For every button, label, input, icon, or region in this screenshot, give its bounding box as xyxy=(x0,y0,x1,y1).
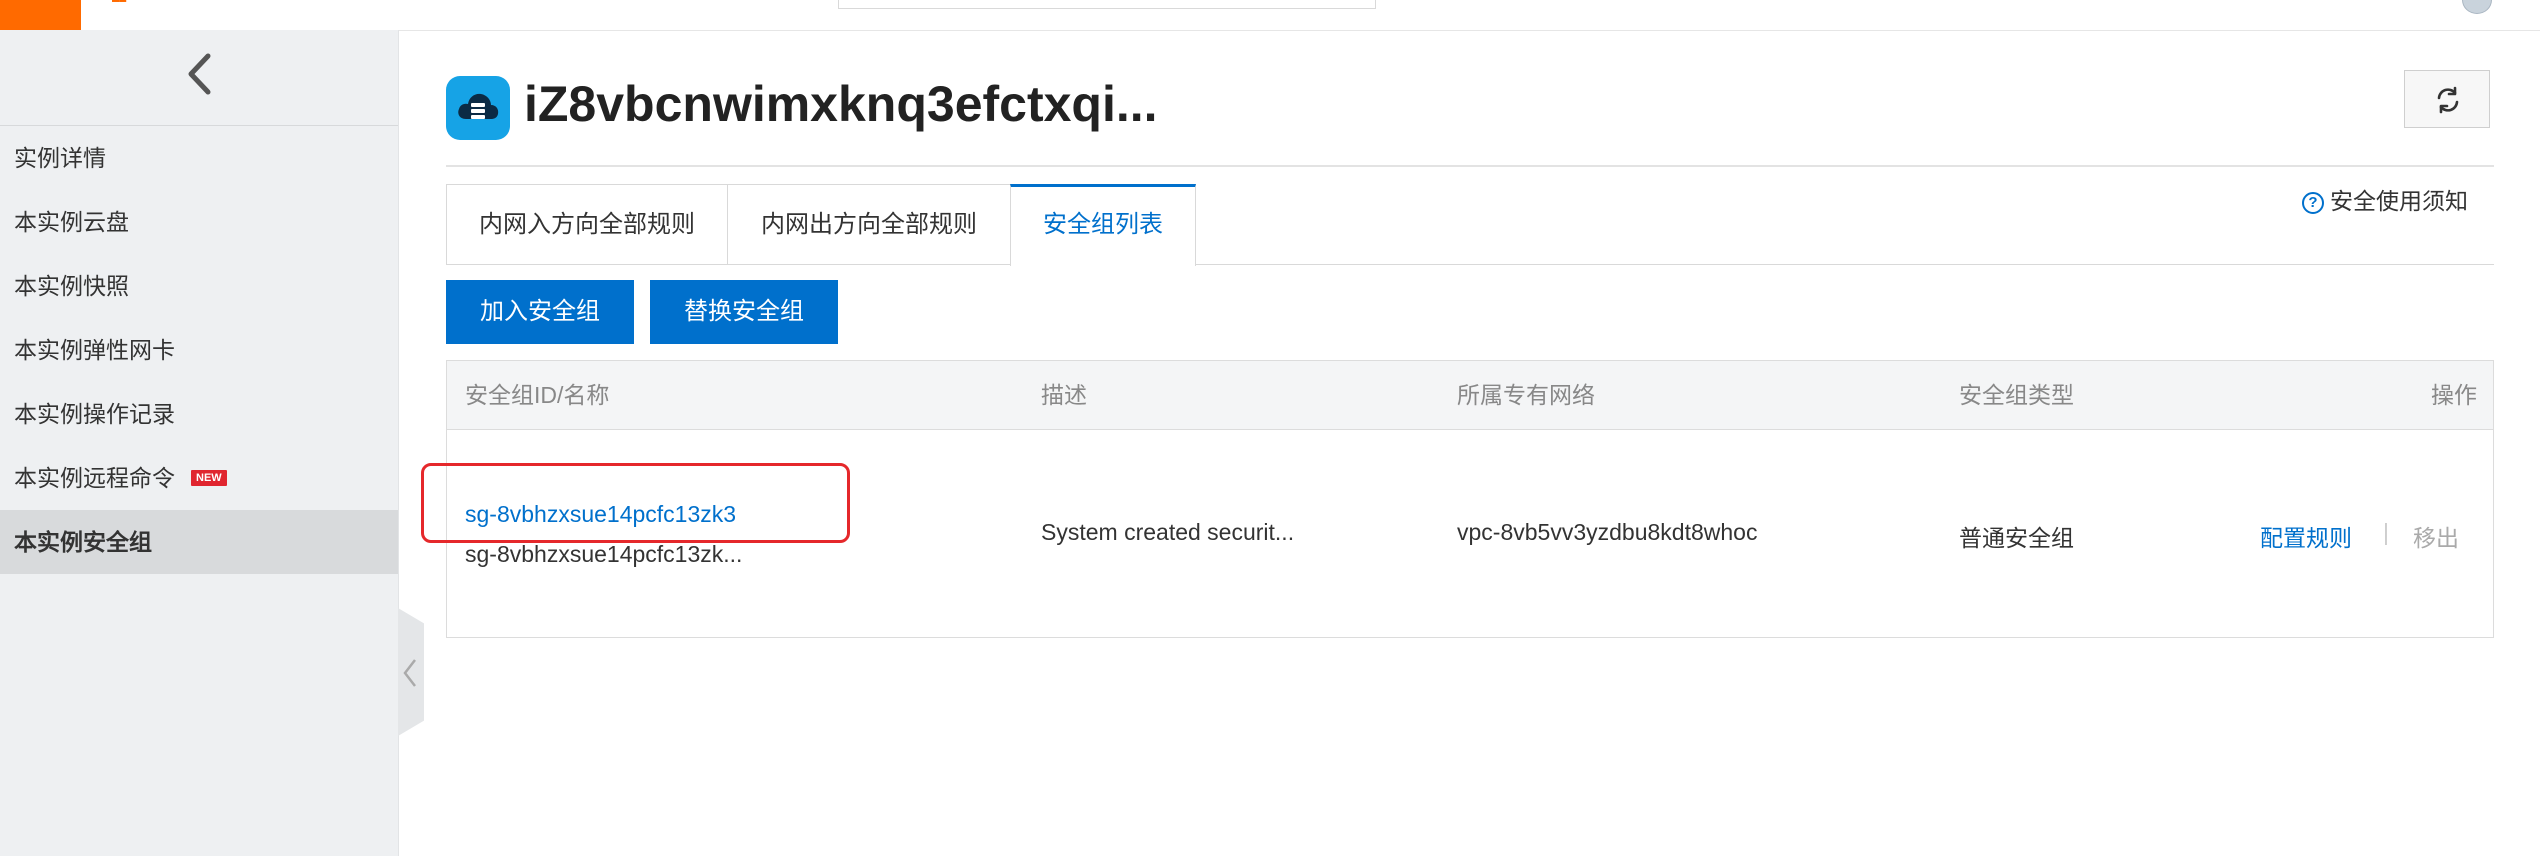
sidebar-item-elastic-nic[interactable]: 本实例弹性网卡 xyxy=(0,318,398,382)
brand-logo[interactable] xyxy=(0,0,81,30)
sidebar-item-remote-commands[interactable]: 本实例远程命令 NEW xyxy=(0,446,398,510)
refresh-icon xyxy=(2437,86,2459,114)
sidebar-item-label: 本实例操作记录 xyxy=(14,401,175,427)
action-separator: | xyxy=(2383,519,2389,545)
security-group-vpc: vpc-8vb5vv3yzdbu8kdt8whoc xyxy=(1457,519,1758,545)
join-security-group-button[interactable]: 加入安全组 xyxy=(446,280,634,344)
sidebar-item-label: 实例详情 xyxy=(14,145,106,171)
chevron-left-icon xyxy=(188,53,211,95)
sidebar-item-label: 本实例安全组 xyxy=(14,529,152,555)
sidebar-item-instance-details[interactable]: 实例详情 xyxy=(0,126,398,190)
new-badge: NEW xyxy=(191,470,227,486)
remove-link[interactable]: 移出 xyxy=(2413,519,2459,553)
sidebar-item-snapshots[interactable]: 本实例快照 xyxy=(0,254,398,318)
sidebar-item-label: 本实例快照 xyxy=(14,273,129,299)
column-header-type: 安全组类型 xyxy=(1959,382,2074,408)
chevron-left-icon xyxy=(403,659,416,687)
security-group-name: sg-8vbhzxsue14pcfc13zk... xyxy=(465,541,743,567)
sidebar: 实例详情 本实例云盘 本实例快照 本实例弹性网卡 本实例操作记录 本实例远程命令… xyxy=(0,30,399,856)
tab-security-group-list[interactable]: 安全组列表 xyxy=(1010,184,1196,266)
cloud-server-icon xyxy=(446,76,510,140)
security-notice-link[interactable]: ? 安全使用须知 xyxy=(2302,186,2468,216)
highlight-annotation-box xyxy=(421,463,850,543)
sidebar-item-cloud-disks[interactable]: 本实例云盘 xyxy=(0,190,398,254)
sidebar-item-label: 本实例远程命令 xyxy=(14,465,175,491)
help-circle-icon: ? xyxy=(2302,191,2324,214)
sidebar-item-security-groups[interactable]: 本实例安全组 xyxy=(0,510,398,574)
column-header-vpc: 所属专有网络 xyxy=(1457,382,1595,408)
sidebar-collapse-button[interactable] xyxy=(0,30,398,126)
brand-mark-icon: ▀▀ xyxy=(112,0,127,6)
sidebar-item-operation-log[interactable]: 本实例操作记录 xyxy=(0,382,398,446)
tab-outbound-rules[interactable]: 内网出方向全部规则 xyxy=(727,184,1011,264)
user-avatar[interactable] xyxy=(2462,0,2492,14)
sidebar-item-label: 本实例弹性网卡 xyxy=(14,337,175,363)
header-divider xyxy=(446,165,2494,167)
security-notice-label: 安全使用须知 xyxy=(2330,188,2468,214)
tab-bar: 内网入方向全部规则 内网出方向全部规则 安全组列表 xyxy=(446,184,2494,266)
page-title: iZ8vbcnwimxknq3efctxqi... xyxy=(524,76,1158,132)
top-bar: ▀▀ xyxy=(0,0,2540,31)
security-group-type: 普通安全组 xyxy=(1959,525,2074,551)
table-header: 安全组ID/名称 描述 所属专有网络 安全组类型 操作 xyxy=(447,361,2493,430)
sidebar-toggle-handle[interactable] xyxy=(398,608,424,736)
refresh-button[interactable] xyxy=(2404,70,2490,128)
configure-rules-link[interactable]: 配置规则 xyxy=(2260,519,2352,553)
column-header-id-name: 安全组ID/名称 xyxy=(465,382,610,408)
column-header-actions: 操作 xyxy=(2431,382,2477,408)
tab-inbound-rules[interactable]: 内网入方向全部规则 xyxy=(446,184,728,264)
top-search-input[interactable] xyxy=(838,0,1376,9)
security-group-description: System created securit... xyxy=(1041,519,1295,545)
replace-security-group-button[interactable]: 替换安全组 xyxy=(650,280,838,344)
sidebar-item-label: 本实例云盘 xyxy=(14,209,129,235)
column-header-description: 描述 xyxy=(1041,382,1087,408)
